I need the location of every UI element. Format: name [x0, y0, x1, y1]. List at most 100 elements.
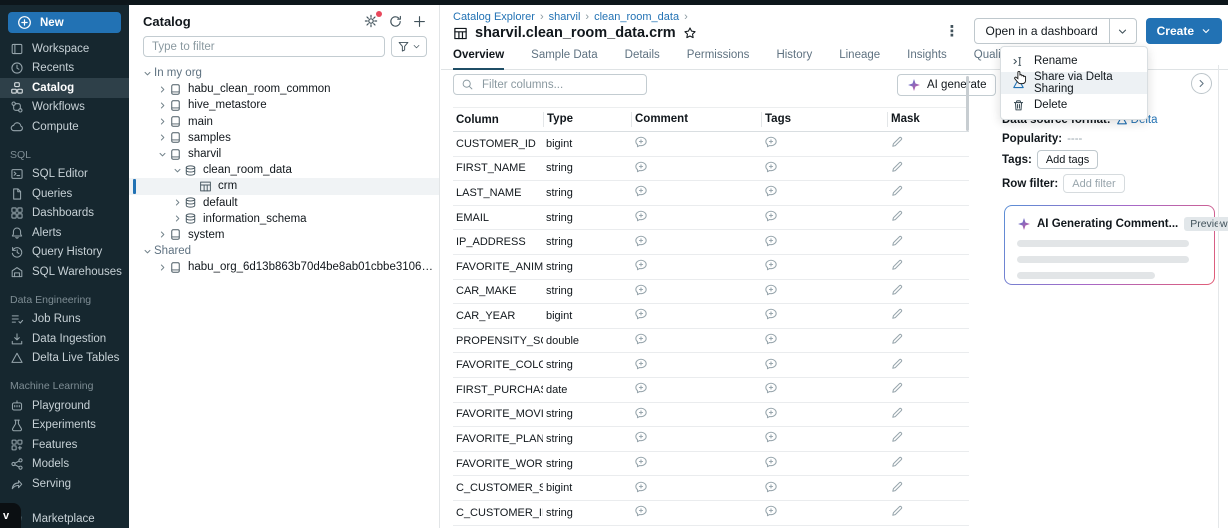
menu-item-rename[interactable]: Rename: [1001, 50, 1147, 72]
add-tag-icon[interactable]: [764, 430, 778, 444]
kebab-menu-button[interactable]: ⋮: [940, 20, 965, 42]
refresh-icon[interactable]: [388, 14, 403, 29]
add-comment-icon[interactable]: [634, 234, 648, 248]
tab-history[interactable]: History: [776, 49, 812, 69]
sidebar-item-experiments[interactable]: Experiments: [0, 416, 129, 436]
tree-item-samples[interactable]: samples: [129, 130, 439, 146]
open-in-dashboard-caret[interactable]: [1109, 19, 1136, 43]
tree-item-system[interactable]: system: [129, 227, 439, 243]
tree-item-clean-room-data[interactable]: clean_room_data: [129, 162, 439, 178]
add-tag-icon[interactable]: [764, 184, 778, 198]
add-comment-icon[interactable]: [634, 480, 648, 494]
edit-mask-icon[interactable]: [890, 430, 904, 444]
add-catalog-icon[interactable]: [412, 14, 427, 29]
sidebar-item-delta-live-tables[interactable]: Delta Live Tables: [0, 349, 129, 369]
sidebar-item-alerts[interactable]: Alerts: [0, 223, 129, 243]
add-tag-icon[interactable]: [764, 357, 778, 371]
add-tag-icon[interactable]: [764, 258, 778, 272]
add-comment-icon[interactable]: [634, 406, 648, 420]
add-comment-icon[interactable]: [634, 357, 648, 371]
add-comment-icon[interactable]: [634, 160, 648, 174]
ai-generate-button[interactable]: AI generate: [897, 74, 996, 96]
add-comment-icon[interactable]: [634, 430, 648, 444]
tree-item-hive-metastore[interactable]: hive_metastore: [129, 97, 439, 113]
sidebar-item-sql-warehouses[interactable]: SQL Warehouses: [0, 262, 129, 282]
tab-permissions[interactable]: Permissions: [687, 49, 750, 69]
add-comment-icon[interactable]: [634, 209, 648, 223]
tab-lineage[interactable]: Lineage: [839, 49, 880, 69]
add-filter-button[interactable]: Add filter: [1063, 174, 1124, 193]
gear-icon[interactable]: [363, 13, 379, 29]
menu-item-share-via-delta-sharing[interactable]: Share via Delta Sharing: [1001, 72, 1147, 94]
sidebar-item-workspace[interactable]: Workspace: [0, 39, 129, 59]
add-comment-icon[interactable]: [634, 332, 648, 346]
sidebar-item-sql-editor[interactable]: SQL Editor: [0, 165, 129, 185]
add-tag-icon[interactable]: [764, 332, 778, 346]
tree-item-information-schema[interactable]: information_schema: [129, 211, 439, 227]
open-in-dashboard-button[interactable]: Open in a dashboard: [975, 19, 1109, 43]
table-scrollbar[interactable]: [966, 76, 969, 131]
tab-details[interactable]: Details: [625, 49, 660, 69]
sidebar-item-catalog[interactable]: Catalog: [0, 78, 129, 98]
columns-filter-input[interactable]: [480, 78, 639, 92]
edit-mask-icon[interactable]: [890, 381, 904, 395]
add-tag-icon[interactable]: [764, 209, 778, 223]
add-tag-icon[interactable]: [764, 406, 778, 420]
chevron-right-icon[interactable]: [171, 198, 184, 207]
breadcrumb-link[interactable]: clean_room_data: [594, 11, 679, 23]
filter-button[interactable]: [391, 36, 427, 57]
tab-sample-data[interactable]: Sample Data: [531, 49, 597, 69]
tree-item-sharvil[interactable]: sharvil: [129, 146, 439, 162]
sidebar-item-features[interactable]: Features: [0, 435, 129, 455]
chevron-right-icon[interactable]: [156, 133, 169, 142]
new-button[interactable]: New: [8, 12, 121, 33]
sidebar-item-models[interactable]: Models: [0, 455, 129, 475]
sidebar-item-dashboards[interactable]: Dashboards: [0, 204, 129, 224]
catalog-filter-input[interactable]: [143, 36, 385, 57]
add-tag-icon[interactable]: [764, 480, 778, 494]
tree-item-habu-org-6d13b863b70d4be8ab0[interactable]: habu_org_6d13b863b70d4be8ab01cbbe31068ea…: [129, 259, 439, 275]
edit-mask-icon[interactable]: [890, 455, 904, 469]
tree-item-habu-clean-room-common[interactable]: habu_clean_room_common: [129, 81, 439, 97]
collapse-panel-button[interactable]: [1191, 73, 1212, 94]
add-comment-icon[interactable]: [634, 381, 648, 395]
sidebar-item-queries[interactable]: Queries: [0, 184, 129, 204]
add-comment-icon[interactable]: [634, 455, 648, 469]
add-tag-icon[interactable]: [764, 307, 778, 321]
add-comment-icon[interactable]: [634, 184, 648, 198]
tree-item-shared[interactable]: Shared: [129, 243, 439, 259]
chevron-down-icon[interactable]: [141, 69, 154, 78]
breadcrumb-link[interactable]: Catalog Explorer: [453, 11, 535, 23]
edit-mask-icon[interactable]: [890, 480, 904, 494]
chevron-down-icon[interactable]: [156, 150, 169, 159]
edit-mask-icon[interactable]: [890, 160, 904, 174]
tree-item-crm[interactable]: crm: [129, 178, 439, 194]
tab-insights[interactable]: Insights: [907, 49, 947, 69]
edit-mask-icon[interactable]: [890, 332, 904, 346]
add-comment-icon[interactable]: [634, 258, 648, 272]
sidebar-item-workflows[interactable]: Workflows: [0, 98, 129, 118]
sidebar-item-playground[interactable]: Playground: [0, 396, 129, 416]
edit-mask-icon[interactable]: [890, 283, 904, 297]
page-scrollbar-track[interactable]: [1218, 65, 1219, 528]
sidebar-item-recents[interactable]: Recents: [0, 59, 129, 79]
add-tag-icon[interactable]: [764, 135, 778, 149]
sidebar-item-data-ingestion[interactable]: Data Ingestion: [0, 329, 129, 349]
add-comment-icon[interactable]: [634, 504, 648, 518]
edit-mask-icon[interactable]: [890, 135, 904, 149]
sidebar-item-serving[interactable]: Serving: [0, 474, 129, 494]
add-comment-icon[interactable]: [634, 307, 648, 321]
sidebar-item-job-runs[interactable]: Job Runs: [0, 310, 129, 330]
add-comment-icon[interactable]: [634, 283, 648, 297]
tab-overview[interactable]: Overview: [453, 49, 504, 69]
edit-mask-icon[interactable]: [890, 184, 904, 198]
add-tag-icon[interactable]: [764, 381, 778, 395]
edit-mask-icon[interactable]: [890, 258, 904, 272]
create-button[interactable]: Create: [1146, 18, 1222, 44]
chevron-right-icon[interactable]: [156, 101, 169, 110]
edit-mask-icon[interactable]: [890, 406, 904, 420]
add-tag-icon[interactable]: [764, 283, 778, 297]
favorite-star-icon[interactable]: [683, 26, 697, 40]
add-tag-icon[interactable]: [764, 160, 778, 174]
edit-mask-icon[interactable]: [890, 209, 904, 223]
